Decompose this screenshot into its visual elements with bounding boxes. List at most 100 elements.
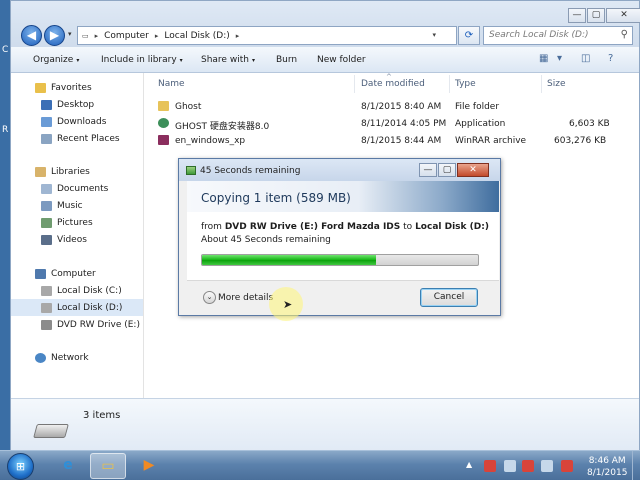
network-icon[interactable] (504, 460, 516, 472)
include-in-library-menu[interactable]: Include in library ▾ (101, 55, 183, 65)
destination-link[interactable]: Local Disk (D:) (415, 222, 489, 232)
nav-dvd-drive-e[interactable]: DVD RW Drive (E:) Fo (11, 316, 143, 333)
mouse-pointer-icon: ➤ (283, 298, 293, 311)
nav-label: DVD RW Drive (E:) Fo (57, 319, 143, 330)
media-player-button[interactable]: ▶ (131, 453, 167, 479)
search-placeholder: Search Local Disk (D:) (489, 30, 589, 40)
downloads-icon (41, 116, 52, 127)
share-with-menu[interactable]: Share with ▾ (201, 55, 255, 65)
organize-label: Organize (33, 55, 74, 65)
nav-videos[interactable]: Videos (11, 231, 143, 248)
address-dropdown-icon[interactable]: ▾ (432, 31, 436, 39)
caret-icon: ▾ (251, 57, 255, 64)
view-options-icon[interactable]: ▦ (539, 53, 548, 67)
copy-heading: Copying 1 item (589 MB) (201, 191, 351, 205)
minimize-button[interactable]: — (568, 8, 586, 23)
address-bar[interactable]: ▭ ▸ Computer ▸ Local Disk (D:) ▸ ▾ (77, 26, 457, 45)
videos-icon (41, 234, 52, 245)
dialog-titlebar[interactable]: 45 Seconds remaining — ▢ ✕ (179, 159, 500, 181)
nav-label: Videos (57, 234, 87, 245)
windows-explorer-button[interactable]: ▭ (90, 453, 126, 479)
column-divider[interactable] (449, 75, 450, 93)
nav-libraries[interactable]: Libraries (11, 163, 143, 180)
breadcrumb-separator[interactable]: ▸ (155, 32, 159, 40)
nav-label: Downloads (57, 116, 107, 127)
file-size: 6,603 KB (569, 119, 610, 129)
action-center-icon[interactable] (484, 460, 496, 472)
more-details-icon[interactable]: ⌄ (203, 291, 216, 304)
copy-source-line: from DVD RW Drive (E:) Ford Mazda IDS to… (201, 222, 489, 232)
search-input[interactable]: Search Local Disk (D:) ⚲ (483, 26, 633, 45)
window-titlebar: — ▢ ✕ ◀ ▶ ▾ ▭ ▸ Computer ▸ Local Disk (D… (11, 1, 640, 47)
new-folder-button[interactable]: New folder (317, 55, 366, 65)
nav-local-disk-c[interactable]: Local Disk (C:) (11, 282, 143, 299)
nav-computer[interactable]: Computer (11, 265, 143, 282)
nav-recent-places[interactable]: Recent Places (11, 130, 143, 147)
drive-icon (41, 302, 52, 313)
drive-icon: ▭ (82, 31, 89, 40)
command-bar: Organize ▾ Include in library ▾ Share with… (11, 47, 639, 73)
system-clock[interactable]: 8:46 AM 8/1/2015 (587, 455, 627, 479)
file-size: 603,276 KB (554, 136, 607, 146)
burn-button[interactable]: Burn (276, 55, 297, 65)
volume-icon[interactable] (541, 460, 553, 472)
documents-icon (41, 183, 52, 194)
more-details-button[interactable]: More details (218, 293, 273, 303)
breadcrumb-separator[interactable]: ▸ (95, 32, 99, 40)
nav-desktop[interactable]: Desktop (11, 96, 143, 113)
tray-alert-icon[interactable] (561, 460, 573, 472)
column-header-size[interactable]: Size (547, 79, 565, 89)
nav-label: Libraries (51, 166, 90, 177)
drive-icon (33, 424, 69, 438)
tray-app-icon[interactable] (522, 460, 534, 472)
show-desktop-button[interactable] (632, 451, 640, 480)
close-button[interactable]: ✕ (606, 8, 640, 23)
nav-pictures[interactable]: Pictures (11, 214, 143, 231)
nav-label: Pictures (57, 217, 93, 228)
file-date: 8/11/2014 4:05 PM (361, 119, 447, 129)
recent-places-icon (41, 133, 52, 144)
item-count: 3 items (83, 410, 121, 421)
source-link[interactable]: DVD RW Drive (E:) Ford Mazda IDS (225, 222, 400, 232)
column-divider[interactable] (541, 75, 542, 93)
nav-downloads[interactable]: Downloads (11, 113, 143, 130)
internet-explorer-button[interactable]: e (50, 453, 86, 479)
breadcrumb-separator[interactable]: ▸ (236, 32, 240, 40)
start-button[interactable]: ⊞ (7, 453, 34, 480)
nav-network[interactable]: Network (11, 349, 143, 366)
maximize-button[interactable]: ▢ (587, 8, 605, 23)
file-date: 8/1/2015 8:40 AM (361, 102, 442, 112)
application-icon (158, 118, 169, 131)
organize-menu[interactable]: Organize ▾ (33, 55, 79, 65)
dialog-minimize-button[interactable]: — (419, 163, 437, 177)
nav-local-disk-d[interactable]: Local Disk (D:) (11, 299, 143, 316)
recent-pages-dropdown[interactable]: ▾ (68, 30, 72, 38)
column-divider[interactable] (354, 75, 355, 93)
back-button[interactable]: ◀ (21, 25, 42, 46)
nav-music[interactable]: Music (11, 197, 143, 214)
dvd-drive-icon (41, 319, 52, 330)
nav-documents[interactable]: Documents (11, 180, 143, 197)
forward-button[interactable]: ▶ (44, 25, 65, 46)
dialog-maximize-button[interactable]: ▢ (438, 163, 456, 177)
refresh-button[interactable]: ⟳ (458, 26, 480, 45)
nav-label: Computer (51, 268, 96, 279)
dialog-close-button[interactable]: ✕ (457, 163, 489, 177)
file-row[interactable]: GHOST 硬盘安装器8.0 8/11/2014 4:05 PM Applica… (144, 115, 640, 132)
file-row[interactable]: en_windows_xp 8/1/2015 8:44 AM WinRAR ar… (144, 132, 640, 149)
desktop-icon (41, 99, 52, 110)
nav-favorites[interactable]: Favorites (11, 79, 143, 96)
view-dropdown-icon[interactable]: ▾ (557, 53, 562, 67)
clock-date: 8/1/2015 (587, 468, 628, 478)
breadcrumb-computer[interactable]: Computer (104, 31, 149, 41)
cancel-button[interactable]: Cancel (420, 288, 478, 307)
column-header-date[interactable]: Date modified (361, 79, 425, 89)
preview-pane-icon[interactable]: ◫ (581, 53, 590, 67)
search-icon[interactable]: ⚲ (621, 29, 628, 40)
column-header-name[interactable]: Name (158, 79, 185, 89)
help-icon[interactable]: ? (608, 53, 613, 67)
column-header-type[interactable]: Type (455, 79, 476, 89)
breadcrumb-local-disk-d[interactable]: Local Disk (D:) (164, 31, 229, 41)
show-hidden-icons[interactable]: ▲ (466, 460, 478, 472)
file-row[interactable]: Ghost 8/1/2015 8:40 AM File folder (144, 98, 640, 115)
